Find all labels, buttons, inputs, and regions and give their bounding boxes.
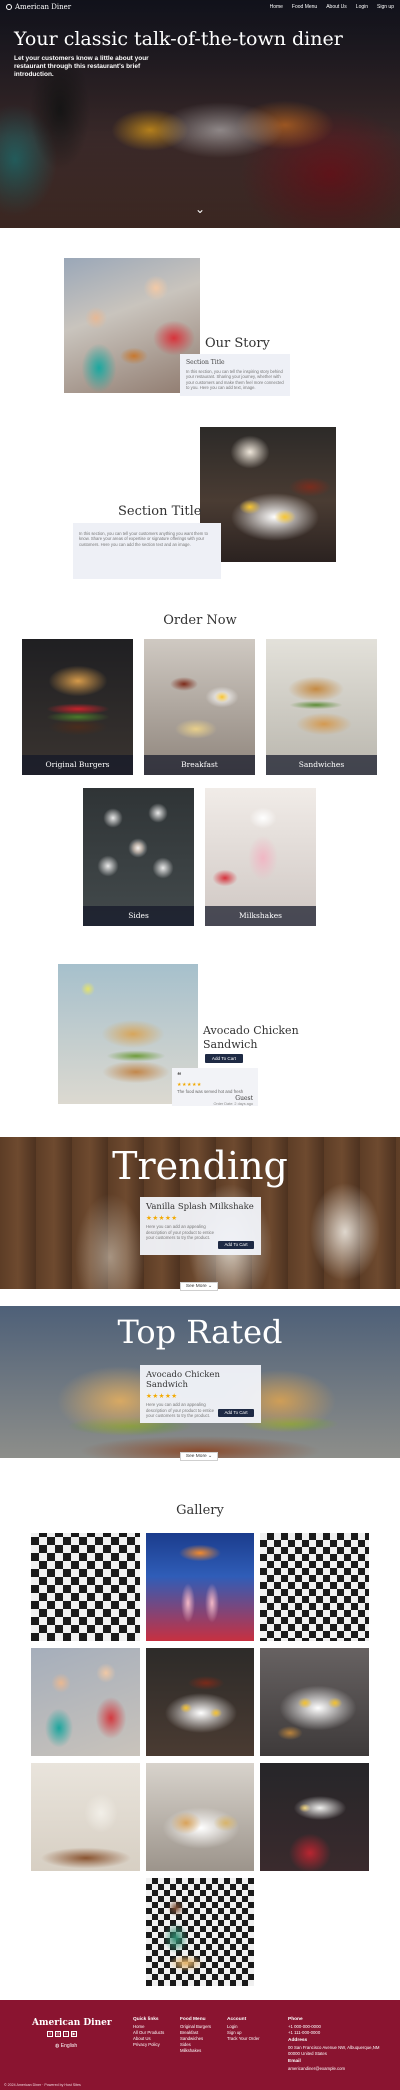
footer-heading: Address <box>288 2038 308 2043</box>
top-nav: American Diner Home Food Menu About Us L… <box>0 0 400 14</box>
add-to-cart-button[interactable]: Add To Cart <box>218 1241 254 1249</box>
review-text: The food was served hot and fresh <box>177 1089 244 1094</box>
globe-icon: ◍ <box>55 2043 60 2049</box>
nav-link-food-menu[interactable]: Food Menu <box>292 4 317 10</box>
footer-heading: Account <box>227 2017 247 2022</box>
category-tile-breakfast[interactable]: Breakfast <box>144 639 255 775</box>
section-card: In this section, you can tell your custo… <box>73 523 221 579</box>
product-description: Here you can add an appealing descriptio… <box>146 1402 215 1418</box>
site-footer: American Diner f ◎ t ▶ ◍ English Quick l… <box>0 2000 400 2090</box>
chevron-down-icon[interactable]: ⌄ <box>192 203 208 215</box>
footer-contact: Phone +1 000-000-0000 +1 111-000-0000 Ad… <box>288 2017 379 2072</box>
footer-heading: Food Menu <box>180 2017 206 2022</box>
section-title: Section Title <box>118 504 202 519</box>
category-label: Breakfast <box>144 755 255 775</box>
gallery-image[interactable] <box>146 1648 254 1756</box>
see-more-button[interactable]: See More ⌄ <box>180 1282 218 1291</box>
story-card-body: In this section, you can tell the inspir… <box>186 369 284 391</box>
footer-heading: Email <box>288 2059 301 2064</box>
footer-heading: Quick links <box>133 2017 159 2022</box>
nav-links: Home Food Menu About Us Login Sign up <box>270 4 394 10</box>
category-tile-milkshakes[interactable]: Milkshakes <box>205 788 316 926</box>
gallery-image[interactable] <box>146 1763 254 1871</box>
chevron-down-icon: ⌄ <box>208 1284 213 1289</box>
facebook-icon[interactable]: f <box>47 2031 53 2037</box>
review-date: Order Date: 2 days ago <box>213 1102 253 1106</box>
instagram-icon[interactable]: ◎ <box>55 2031 61 2037</box>
gallery-title: Gallery <box>176 1503 224 1518</box>
footer-heading: Phone <box>288 2017 303 2022</box>
email-link[interactable]: americandiner@example.com <box>288 2066 379 2072</box>
category-tile-burgers[interactable]: Original Burgers <box>22 639 133 775</box>
see-more-button[interactable]: See More ⌄ <box>180 1452 218 1461</box>
footer-food-menu: Food Menu Original Burgers Breakfast San… <box>180 2017 211 2054</box>
phone-number[interactable]: +1 111-000-0000 <box>288 2030 379 2036</box>
nav-link-login[interactable]: Login <box>356 4 368 10</box>
featured-product-title[interactable]: Avocado Chicken Sandwich <box>203 1024 303 1052</box>
gallery-image[interactable] <box>146 1878 254 1986</box>
top-rated-title: Top Rated <box>117 1313 283 1351</box>
youtube-icon[interactable]: ▶ <box>71 2031 77 2037</box>
footer-quick-links: Quick links Home All Our Products About … <box>133 2017 164 2048</box>
see-more-label: See More <box>185 1284 207 1289</box>
nav-link-home[interactable]: Home <box>270 4 283 10</box>
gallery-image[interactable] <box>260 1533 369 1641</box>
trending-product-card: Vanilla Splash Milkshake ★★★★★ Here you … <box>140 1197 261 1255</box>
gallery-image[interactable] <box>31 1648 140 1756</box>
gallery-image[interactable] <box>260 1763 369 1871</box>
quote-icon: ❝ <box>177 1071 182 1080</box>
hero-subtitle: Let your customers know a little about y… <box>14 55 149 78</box>
nav-brand[interactable]: American Diner <box>6 3 71 11</box>
category-label: Milkshakes <box>205 906 316 926</box>
chevron-down-icon: ⌄ <box>208 1454 213 1459</box>
footer-link[interactable]: Milkshakes <box>180 2048 211 2054</box>
nav-link-sign-up[interactable]: Sign up <box>377 4 394 10</box>
product-title[interactable]: Vanilla Splash Milkshake <box>146 1202 255 1212</box>
twitter-icon[interactable]: t <box>63 2031 69 2037</box>
language-selector[interactable]: ◍ English <box>55 2043 77 2049</box>
copyright: © 2024 American Diner · Powered by Host … <box>4 2083 81 2087</box>
gallery-image[interactable] <box>146 1533 254 1641</box>
story-title: Our Story <box>205 336 270 351</box>
order-now-title: Order Now <box>163 613 237 628</box>
language-label: English <box>60 2043 78 2049</box>
gallery-image[interactable] <box>260 1648 369 1756</box>
product-title[interactable]: Avocado Chicken Sandwich <box>146 1370 255 1390</box>
trending-title: Trending <box>112 1144 288 1188</box>
address-line: 00000 United States <box>288 2051 327 2056</box>
category-label: Original Burgers <box>22 755 133 775</box>
top-rated-product-card: Avocado Chicken Sandwich ★★★★★ Here you … <box>140 1365 261 1423</box>
hero-title: Your classic talk-of-the-town diner <box>14 28 343 50</box>
see-more-label: See More <box>185 1454 207 1459</box>
footer-brand[interactable]: American Diner <box>32 2018 112 2028</box>
category-label: Sandwiches <box>266 755 377 775</box>
product-stars: ★★★★★ <box>146 1393 178 1400</box>
story-card-title: Section Title <box>186 359 225 366</box>
brand-name: American Diner <box>15 3 72 11</box>
add-to-cart-button[interactable]: Add To Cart <box>205 1054 243 1063</box>
section-card-body: In this section, you can tell your custo… <box>79 531 208 547</box>
review-author: Guest <box>235 1095 253 1102</box>
footer-account: Account Login Sign up Track Your Order <box>227 2017 260 2042</box>
product-description: Here you can add an appealing descriptio… <box>146 1224 215 1240</box>
category-tile-sandwiches[interactable]: Sandwiches <box>266 639 377 775</box>
nav-link-about-us[interactable]: About Us <box>326 4 347 10</box>
gallery-image[interactable] <box>31 1533 140 1641</box>
review-stars: ★★★★★ <box>177 1082 202 1088</box>
story-card: Section Title In this section, you can t… <box>180 354 290 396</box>
review-card: ❝ ★★★★★ The food was served hot and fres… <box>172 1068 258 1106</box>
category-tile-sides[interactable]: Sides <box>83 788 194 926</box>
gallery-image[interactable] <box>31 1763 140 1871</box>
product-stars: ★★★★★ <box>146 1215 178 1222</box>
logo-icon <box>6 4 12 10</box>
footer-link[interactable]: Privacy Policy <box>133 2042 164 2048</box>
footer-link[interactable]: Track Your Order <box>227 2036 260 2042</box>
add-to-cart-button[interactable]: Add To Cart <box>218 1409 254 1417</box>
social-links: f ◎ t ▶ <box>47 2031 77 2037</box>
category-label: Sides <box>83 906 194 926</box>
